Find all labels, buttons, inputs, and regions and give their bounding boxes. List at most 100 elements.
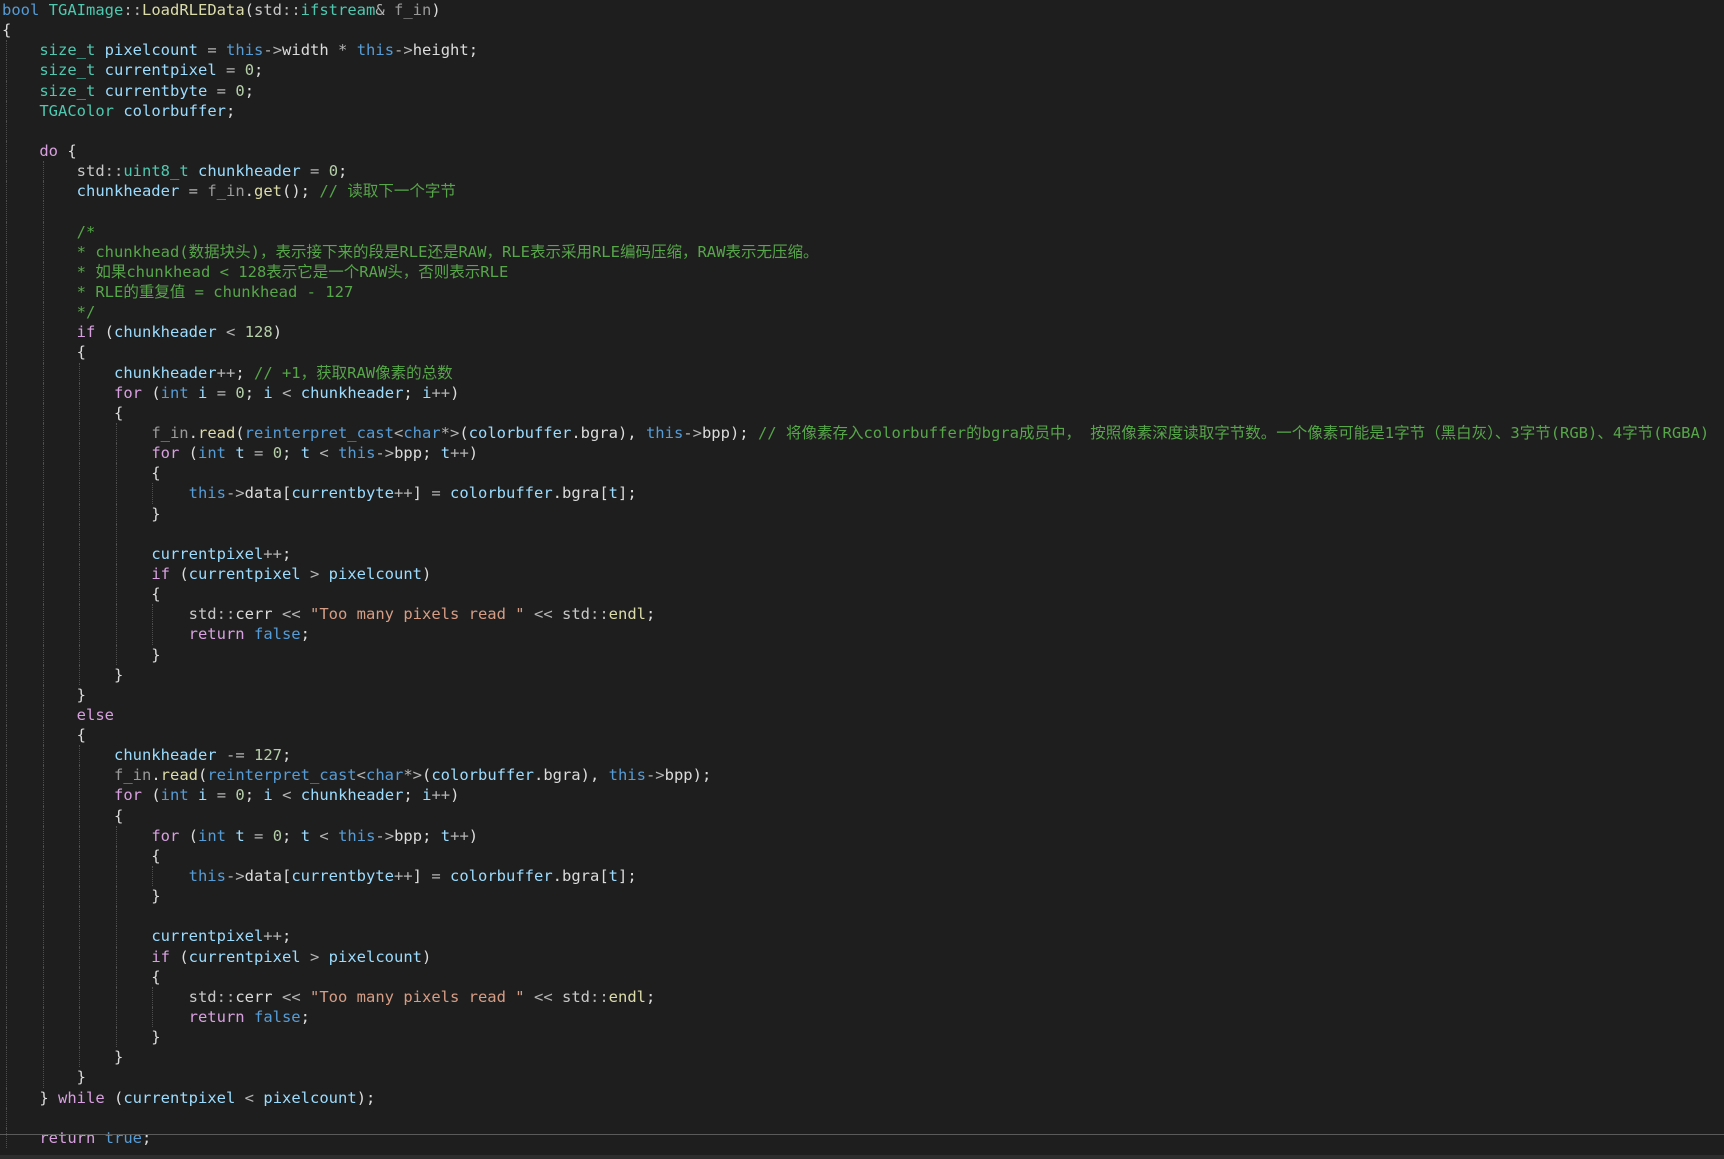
code-line[interactable]: if (currentpixel > pixelcount) — [2, 946, 1724, 967]
code-token: else — [76, 705, 114, 724]
code-line[interactable]: f_in.read(reinterpret_cast<char*>(colorb… — [2, 422, 1724, 444]
code-line[interactable] — [2, 1107, 1724, 1128]
code-token: -> — [263, 41, 283, 60]
indent-guide — [42, 221, 44, 242]
code-line[interactable]: chunkheader++; // +1，获取RAW像素的总数 — [2, 362, 1724, 383]
indent-guide — [42, 281, 44, 303]
code-token: < — [226, 323, 236, 342]
code-line[interactable]: { — [2, 20, 1724, 40]
indent-guide — [6, 1067, 7, 1088]
code-line[interactable]: for (int t = 0; t < this->bpp; t++) — [2, 443, 1724, 464]
code-line[interactable]: } — [2, 664, 1724, 685]
code-line[interactable]: } — [2, 1027, 1724, 1048]
code-line[interactable]: chunkheader -= 127; — [2, 745, 1724, 766]
code-line[interactable]: return false; — [2, 1007, 1724, 1028]
code-line[interactable]: this->data[currentbyte++] = colorbuffer.… — [2, 483, 1724, 504]
code-token: for — [113, 383, 142, 402]
code-line[interactable] — [2, 906, 1724, 927]
code-line[interactable]: { — [2, 342, 1724, 363]
code-line[interactable]: currentpixel++; — [2, 926, 1724, 947]
indent-guide — [42, 805, 44, 826]
code-line[interactable]: TGAColor colorbuffer; — [2, 100, 1724, 121]
code-line[interactable]: } — [2, 1067, 1724, 1088]
code-line[interactable]: this->data[currentbyte++] = colorbuffer.… — [2, 866, 1724, 887]
indent-guide — [6, 785, 7, 806]
indent-guide — [79, 825, 81, 846]
code-line[interactable] — [2, 523, 1724, 544]
code-line[interactable]: size_t currentpixel = 0; — [2, 60, 1724, 81]
indent-guide — [79, 463, 81, 484]
indent-guide — [79, 1047, 81, 1068]
indent-guide — [6, 322, 7, 343]
code-line[interactable]: return true; — [2, 1127, 1724, 1149]
code-line[interactable]: for (int t = 0; t < this->bpp; t++) — [2, 825, 1724, 846]
code-line[interactable]: return false; — [2, 624, 1724, 645]
indent-guide — [6, 80, 7, 101]
code-line[interactable]: } while (currentpixel < pixelcount); — [2, 1087, 1724, 1108]
code-line[interactable]: */ — [2, 302, 1724, 323]
code-line[interactable] — [2, 120, 1724, 141]
code-token: bpp); — [701, 423, 758, 442]
code-line[interactable]: { — [2, 966, 1724, 987]
code-line[interactable]: } — [2, 1047, 1724, 1068]
code-line[interactable]: size_t currentbyte = 0; — [2, 80, 1724, 101]
code-line[interactable]: for (int i = 0; i < chunkheader; i++) — [2, 382, 1724, 403]
code-line[interactable]: { — [2, 805, 1724, 826]
code-token: ( — [141, 786, 161, 805]
code-lines[interactable]: bool TGAImage::LoadRLEData(std::ifstream… — [2, 0, 1724, 1149]
code-line[interactable]: std::cerr << "Too many pixels read " << … — [2, 986, 1724, 1008]
code-line[interactable]: currentpixel++; — [2, 543, 1724, 564]
code-line[interactable]: { — [2, 584, 1724, 605]
code-line[interactable]: do { — [2, 140, 1724, 162]
code-line[interactable]: * chunkhead(数据块头)，表示接下来的段是RLE还是RAW，RLE表示… — [2, 241, 1724, 262]
code-line[interactable]: { — [2, 402, 1724, 423]
code-line[interactable]: chunkheader = f_in.get(); // 读取下一个字节 — [2, 181, 1724, 202]
code-line[interactable]: else — [2, 704, 1724, 726]
code-line[interactable]: } — [2, 644, 1724, 665]
code-line[interactable]: if (chunkheader < 128) — [2, 322, 1724, 343]
code-line[interactable]: size_t pixelcount = this->width * this->… — [2, 40, 1724, 61]
code-line[interactable]: std::uint8_t chunkheader = 0; — [2, 161, 1724, 182]
code-token: ) — [422, 564, 432, 583]
code-token: int — [197, 826, 226, 845]
code-line[interactable]: /* — [2, 221, 1724, 242]
code-token: data[ — [244, 484, 292, 503]
code-line[interactable]: } — [2, 684, 1724, 705]
code-line[interactable]: * RLE的重复值 = chunkhead - 127 — [2, 281, 1724, 303]
code-token: */ — [76, 303, 96, 322]
code-line[interactable]: * 如果chunkhead < 128表示它是一个RAW头，否则表示RLE — [2, 261, 1724, 282]
code-line[interactable] — [2, 201, 1724, 222]
code-line[interactable]: { — [2, 725, 1724, 746]
code-editor[interactable]: bool TGAImage::LoadRLEData(std::ifstream… — [0, 0, 1724, 1159]
code-line[interactable]: { — [2, 463, 1724, 484]
code-line[interactable]: } — [2, 886, 1724, 907]
indent-guide — [42, 704, 44, 726]
code-line[interactable]: { — [2, 845, 1724, 867]
code-token: 0 — [328, 162, 339, 181]
indent-guide — [6, 745, 7, 766]
code-line[interactable]: std::cerr << "Too many pixels read " << … — [2, 604, 1724, 625]
code-line[interactable]: for (int i = 0; i < chunkheader; i++) — [2, 785, 1724, 806]
indent-guide — [6, 261, 7, 282]
code-line[interactable]: f_in.read(reinterpret_cast<char*>(colorb… — [2, 765, 1724, 786]
code-line[interactable]: if (currentpixel > pixelcount) — [2, 563, 1724, 585]
indent-guide — [42, 322, 44, 343]
indent-guide — [79, 986, 81, 1008]
indent-guide — [115, 422, 117, 444]
indent-guide — [6, 503, 7, 524]
horizontal-scrollbar[interactable] — [0, 1155, 1724, 1159]
code-line[interactable]: } — [2, 503, 1724, 524]
current-line-separator — [0, 1134, 1724, 1135]
code-line[interactable]: bool TGAImage::LoadRLEData(std::ifstream… — [2, 0, 1724, 20]
